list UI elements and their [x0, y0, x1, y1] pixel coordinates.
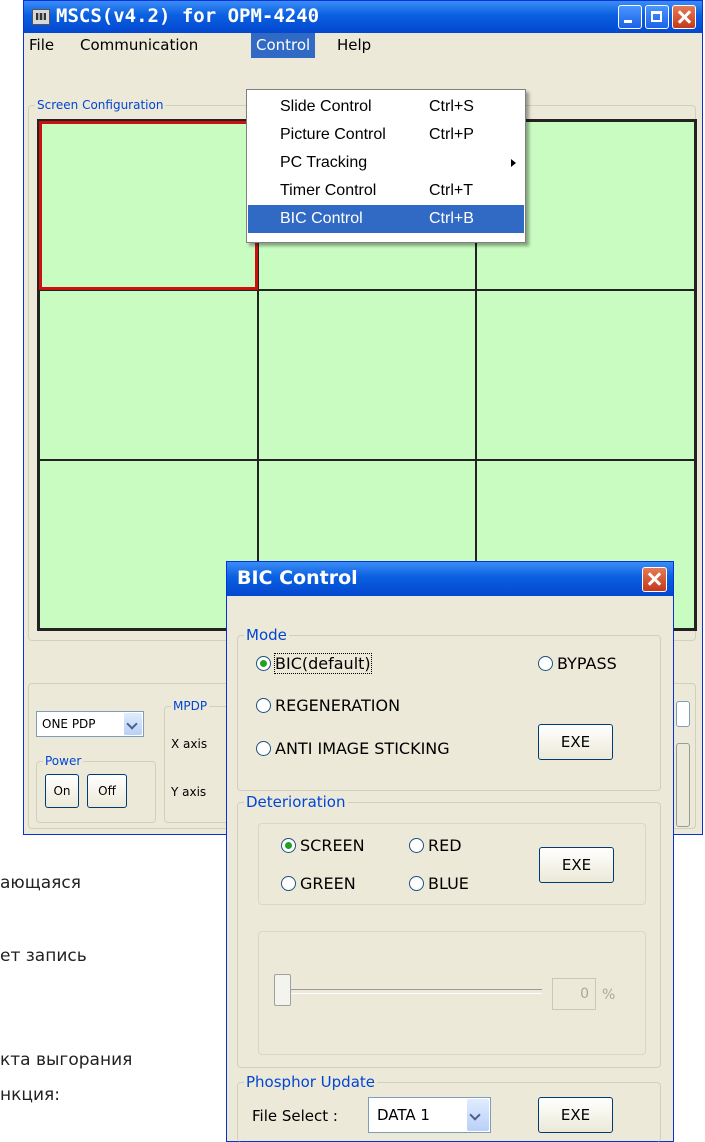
screen-cell-1[interactable] — [39, 121, 258, 291]
radio-bypass-label: BYPASS — [557, 654, 617, 673]
main-titlebar[interactable]: MSCS(v4.2) for OPM-4240 — [24, 1, 702, 33]
power-group: Power On Off — [36, 754, 156, 823]
file-select-dropdown[interactable]: DATA 1 — [368, 1097, 491, 1133]
screen-cell-6[interactable] — [476, 290, 695, 460]
radio-anti-image-sticking[interactable]: ANTI IMAGE STICKING — [256, 739, 450, 758]
radio-unchecked-icon — [409, 838, 424, 853]
window-title: MSCS(v4.2) for OPM-4240 — [56, 5, 320, 27]
radio-green[interactable]: GREEN — [281, 874, 356, 893]
menu-bar: File Communication Control Help — [24, 33, 702, 58]
pc-tracking-label: PC Tracking — [280, 154, 368, 171]
power-off-button[interactable]: Off — [87, 774, 127, 808]
radio-red[interactable]: RED — [409, 836, 462, 855]
bic-titlebar[interactable]: BIC Control — [227, 562, 673, 596]
chevron-down-icon[interactable] — [467, 1099, 489, 1131]
chevron-down-icon[interactable] — [124, 713, 142, 735]
menu-help[interactable]: Help — [332, 33, 376, 58]
app-icon[interactable] — [32, 9, 50, 25]
screen-cell-7[interactable] — [39, 459, 258, 629]
menu-item-picture-control[interactable]: Picture Control Ctrl+P — [248, 121, 524, 149]
bic-dialog-title: BIC Control — [237, 567, 358, 589]
background-text-3: кта выгорания — [0, 1050, 133, 1070]
close-icon[interactable] — [642, 567, 667, 592]
radio-bic-default-label: BIC(default) — [274, 653, 372, 674]
timer-control-shortcut: Ctrl+T — [429, 182, 473, 199]
radio-green-label: GREEN — [300, 874, 356, 893]
slider-track — [282, 989, 542, 994]
background-text-1: ающаяся — [0, 873, 81, 893]
picture-control-shortcut: Ctrl+P — [429, 126, 474, 143]
bic-control-shortcut: Ctrl+B — [429, 210, 474, 227]
deterioration-slider[interactable] — [272, 971, 542, 1011]
radio-regeneration-label: REGENERATION — [275, 696, 401, 715]
menu-file[interactable]: File — [24, 33, 59, 58]
radio-unchecked-icon — [538, 656, 553, 671]
radio-unchecked-icon — [256, 698, 271, 713]
scroll-control[interactable] — [676, 701, 690, 727]
menu-control[interactable]: Control — [251, 33, 316, 58]
radio-regeneration[interactable]: REGENERATION — [256, 696, 400, 715]
mode-legend: Mode — [244, 626, 289, 644]
radio-anti-image-sticking-label: ANTI IMAGE STICKING — [275, 739, 450, 758]
menu-item-slide-control[interactable]: Slide Control Ctrl+S — [248, 93, 524, 121]
radio-bic-default[interactable]: BIC(default) — [256, 653, 372, 674]
radio-unchecked-icon — [256, 741, 271, 756]
menu-item-timer-control[interactable]: Timer Control Ctrl+T — [248, 177, 524, 205]
radio-screen[interactable]: SCREEN — [281, 836, 365, 855]
screen-cell-5[interactable] — [257, 290, 477, 460]
menu-communication[interactable]: Communication — [75, 33, 203, 58]
phosphor-update-group: Phosphor Update File Select : DATA 1 EXE — [237, 1073, 661, 1142]
timer-control-label: Timer Control — [280, 182, 377, 199]
percent-label: % — [602, 987, 616, 1003]
pdp-select[interactable]: ONE PDP — [36, 711, 144, 737]
slide-control-shortcut: Ctrl+S — [429, 98, 474, 115]
power-on-button[interactable]: On — [45, 774, 79, 808]
phosphor-exe-button[interactable]: EXE — [538, 1097, 613, 1133]
channel-box: SCREEN RED GREEN BLUE EXE — [258, 823, 646, 905]
minimize-icon[interactable] — [618, 5, 642, 29]
screen-cell-4[interactable] — [39, 290, 258, 460]
x-axis-label: X axis — [171, 737, 208, 751]
y-axis-label: Y axis — [171, 785, 207, 799]
radio-checked-icon — [256, 656, 271, 671]
file-select-value: DATA 1 — [377, 1106, 430, 1124]
menu-item-pc-tracking[interactable]: PC Tracking — [248, 149, 524, 177]
radio-bypass[interactable]: BYPASS — [538, 654, 617, 673]
control-menu-dropdown: Slide Control Ctrl+S Picture Control Ctr… — [246, 89, 526, 243]
power-legend: Power — [43, 754, 84, 768]
pdp-select-value: ONE PDP — [42, 717, 96, 731]
mode-group: Mode BIC(default) BYPASS REGENERATION AN… — [237, 626, 661, 791]
radio-unchecked-icon — [409, 876, 424, 891]
slider-thumb[interactable] — [274, 974, 291, 1006]
radio-red-label: RED — [428, 836, 462, 855]
radio-blue[interactable]: BLUE — [409, 874, 469, 893]
submenu-arrow-icon — [511, 159, 516, 167]
mode-exe-button[interactable]: EXE — [538, 724, 613, 760]
deterioration-legend: Deterioration — [244, 793, 348, 811]
menu-item-bic-control[interactable]: BIC Control Ctrl+B — [248, 205, 524, 233]
bic-control-label: BIC Control — [280, 210, 363, 227]
background-text-2: ет запись — [0, 946, 87, 966]
radio-blue-label: BLUE — [428, 874, 469, 893]
file-select-label: File Select : — [252, 1107, 338, 1125]
background-text-4: нкция: — [0, 1085, 60, 1105]
mpdp-legend: MPDP — [171, 699, 210, 713]
bic-control-dialog: BIC Control Mode BIC(default) BYPASS REG… — [226, 561, 674, 1142]
side-group — [676, 743, 690, 827]
screen-configuration-legend: Screen Configuration — [35, 98, 166, 112]
phosphor-update-legend: Phosphor Update — [244, 1073, 378, 1091]
radio-checked-icon — [281, 838, 296, 853]
level-value-field[interactable]: 0 — [552, 978, 596, 1010]
maximize-icon[interactable] — [645, 5, 669, 29]
deterioration-exe-button[interactable]: EXE — [539, 847, 614, 883]
radio-screen-label: SCREEN — [300, 836, 365, 855]
picture-control-label: Picture Control — [280, 126, 386, 143]
close-icon[interactable] — [672, 5, 696, 29]
deterioration-group: Deterioration SCREEN RED GREEN BLUE EXE … — [237, 793, 661, 1068]
slide-control-label: Slide Control — [280, 98, 372, 115]
radio-unchecked-icon — [281, 876, 296, 891]
